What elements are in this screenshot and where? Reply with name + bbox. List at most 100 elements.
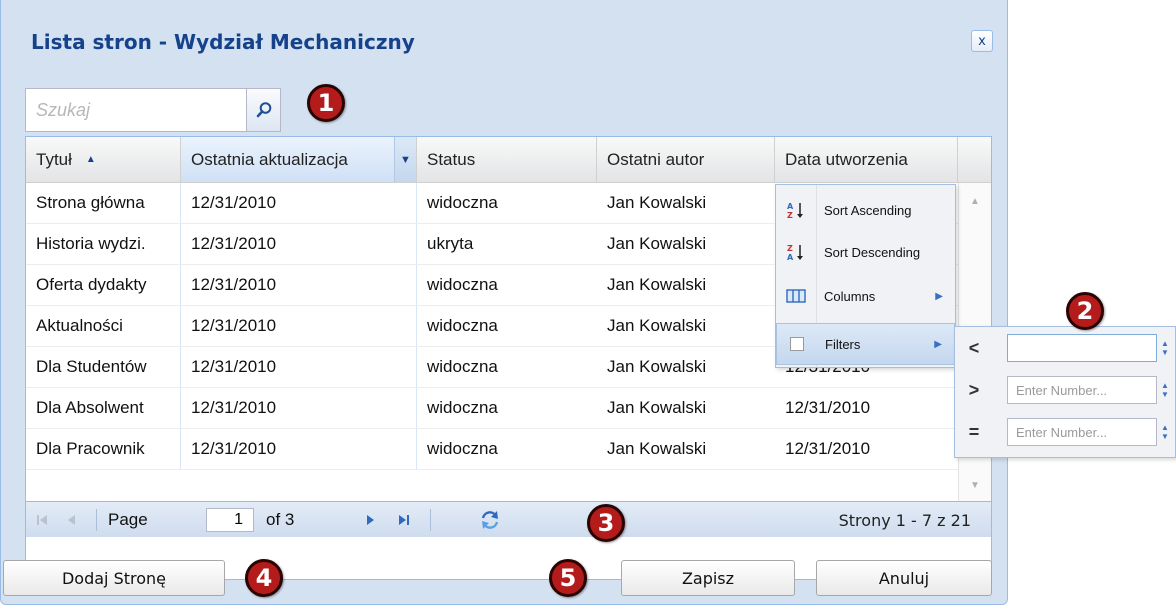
cell-status: widoczna [427, 275, 498, 294]
toolbar-separator [96, 509, 97, 531]
svg-text:A: A [787, 202, 794, 211]
cancel-button[interactable]: Anuluj [816, 560, 992, 596]
cell-last-update: 12/31/2010 [181, 347, 417, 387]
column-menu-trigger-icon[interactable]: ▼ [394, 137, 416, 182]
cell-title: Oferta dydakty [26, 265, 181, 305]
cell-title: Dla Pracownik [26, 429, 181, 469]
cell-title: Dla Studentów [26, 347, 181, 387]
callout-marker-1: 1 [307, 84, 345, 122]
number-spinner-icon[interactable]: ▲ ▼ [1159, 418, 1171, 446]
column-header-created-date[interactable]: Data utworzenia [775, 137, 958, 182]
dialog-window: Lista stron - Wydział Mechaniczny x 1 Ty… [0, 0, 1008, 605]
menu-item-sort-descending[interactable]: Z A Sort Descending [776, 231, 955, 273]
filter-row-greater-than: > ▲▼ [955, 369, 1175, 411]
column-header-status[interactable]: Status [417, 137, 597, 182]
grid-header: Tytuł ▲ Ostatnia aktualizacja ▼ Status O… [26, 137, 991, 183]
cell-created: 12/31/2010 [785, 439, 871, 458]
number-spinner-icon[interactable]: ▲ ▼ [1159, 334, 1171, 362]
cell-title: Dla Absolwent [26, 388, 181, 428]
search-icon [256, 102, 271, 118]
sort-ascending-indicator-icon: ▲ [85, 154, 96, 165]
add-page-button[interactable]: Dodaj Stronę [3, 560, 225, 596]
cell-last-update: 12/31/2010 [181, 388, 417, 428]
cell-author: Jan Kowalski [607, 275, 707, 294]
cell-status: widoczna [427, 193, 498, 212]
filter-submenu: < ▲▼ > ▲▼ = ▲▼ [954, 326, 1176, 458]
column-header-title[interactable]: Tytuł ▲ [26, 137, 181, 182]
cell-status: widoczna [427, 316, 498, 335]
column-header-last-update[interactable]: Ostatnia aktualizacja ▼ [181, 137, 417, 182]
close-button[interactable]: x [971, 30, 993, 52]
submenu-arrow-icon: ▶ [934, 338, 942, 350]
sort-ascending-icon: A Z [776, 200, 816, 220]
callout-marker-3: 3 [587, 504, 625, 542]
cell-status: widoczna [427, 439, 498, 458]
less-than-operator-icon: < [968, 337, 980, 358]
paging-toolbar: Page of 3 [26, 501, 991, 537]
cell-author: Jan Kowalski [607, 316, 707, 335]
search-button[interactable] [247, 88, 281, 132]
page-label: Page [108, 510, 148, 529]
prev-page-button[interactable] [60, 502, 84, 538]
page-count-label: of 3 [266, 510, 295, 529]
menu-item-columns[interactable]: Columns ▶ [776, 275, 955, 317]
refresh-button[interactable] [478, 502, 502, 538]
last-page-icon [399, 515, 409, 525]
last-page-button[interactable] [392, 502, 416, 538]
cell-author: Jan Kowalski [607, 193, 707, 212]
filter-less-than-input[interactable] [1007, 334, 1157, 362]
paging-display-info: Strony 1 - 7 z 21 [838, 510, 971, 530]
cell-last-update: 12/31/2010 [181, 306, 417, 346]
cell-title: Aktualności [26, 306, 181, 346]
refresh-icon [481, 511, 499, 529]
column-header-label: Ostatni autor [607, 149, 705, 169]
scroll-up-icon[interactable]: ▲ [959, 189, 991, 213]
cell-author: Jan Kowalski [607, 398, 707, 417]
greater-than-operator-icon: > [968, 379, 980, 400]
table-row[interactable]: Dla Pracownik 12/31/2010 widoczna Jan Ko… [26, 429, 991, 470]
cell-author: Jan Kowalski [607, 234, 707, 253]
scroll-down-icon[interactable]: ▼ [959, 473, 991, 497]
dialog-title: Lista stron - Wydział Mechaniczny [31, 30, 415, 54]
menu-item-label: Filters [825, 336, 861, 352]
sort-descending-icon: Z A [776, 242, 816, 262]
toolbar-separator [430, 509, 431, 531]
menu-item-filters[interactable]: Filters ▶ [776, 323, 955, 365]
columns-icon [776, 288, 816, 304]
next-page-button[interactable] [358, 502, 382, 538]
first-page-button[interactable] [30, 502, 54, 538]
cell-title: Historia wydzi. [26, 224, 181, 264]
next-page-icon [367, 515, 374, 525]
equals-operator-icon: = [968, 421, 980, 442]
column-header-label: Data utworzenia [785, 149, 908, 169]
column-menu: A Z Sort Ascending Z A Sort Descending C… [775, 184, 956, 368]
column-header-label: Ostatnia aktualizacja [191, 149, 348, 169]
column-header-label: Status [427, 149, 476, 169]
callout-marker-5: 5 [549, 559, 587, 597]
cell-status: widoczna [427, 398, 498, 417]
filter-equals-input[interactable] [1007, 418, 1157, 446]
svg-text:Z: Z [787, 244, 793, 253]
submenu-arrow-icon: ▶ [935, 290, 943, 302]
cell-author: Jan Kowalski [607, 357, 707, 376]
cell-last-update: 12/31/2010 [181, 429, 417, 469]
number-spinner-icon[interactable]: ▲ ▼ [1159, 376, 1171, 404]
save-button[interactable]: Zapisz [621, 560, 795, 596]
cell-last-update: 12/31/2010 [181, 265, 417, 305]
prev-page-icon [68, 515, 75, 525]
callout-marker-2: 2 [1066, 292, 1104, 330]
search-box [25, 88, 281, 132]
menu-item-sort-ascending[interactable]: A Z Sort Ascending [776, 189, 955, 231]
menu-item-label: Sort Ascending [824, 202, 912, 218]
column-header-label: Tytuł [36, 149, 72, 169]
cell-author: Jan Kowalski [607, 439, 707, 458]
page-number-input[interactable] [206, 508, 254, 532]
checkbox-icon[interactable] [777, 336, 817, 352]
cell-created: 12/31/2010 [785, 398, 871, 417]
filter-greater-than-input[interactable] [1007, 376, 1157, 404]
search-input[interactable] [25, 88, 247, 132]
column-header-last-author[interactable]: Ostatni autor [597, 137, 775, 182]
table-row[interactable]: Dla Absolwent 12/31/2010 widoczna Jan Ko… [26, 388, 991, 429]
svg-text:Z: Z [787, 211, 793, 220]
filter-row-equals: = ▲▼ [955, 411, 1175, 453]
